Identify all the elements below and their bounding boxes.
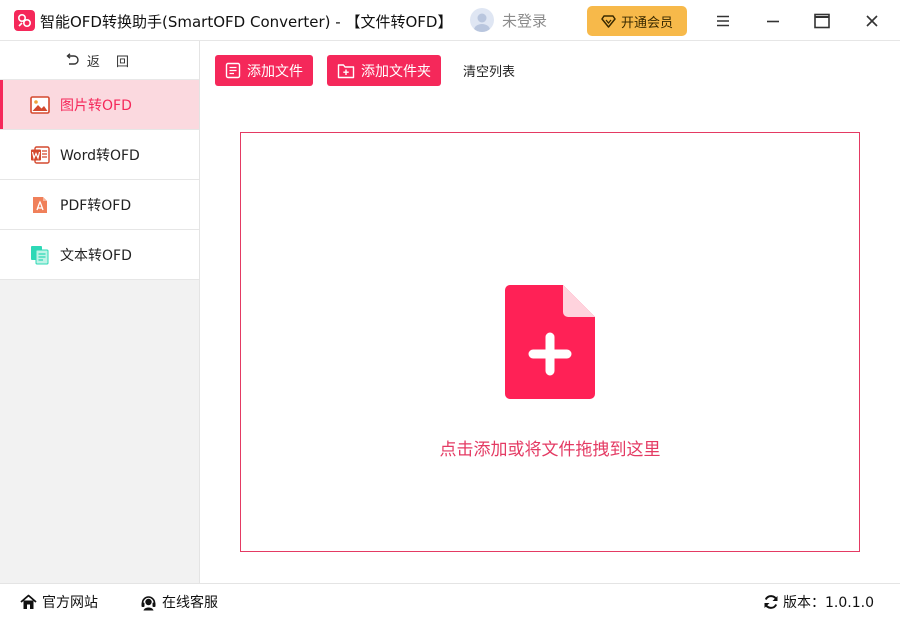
sidebar-item-label: 文本转OFD	[60, 247, 132, 264]
sidebar-item-label: Word转OFD	[60, 147, 140, 164]
version-info: 版本：1.0.1.0	[763, 592, 874, 612]
website-label: 官方网站	[42, 595, 98, 611]
add-file-button[interactable]: 添加文件	[215, 55, 313, 86]
open-vip-button[interactable]: 开通会员	[587, 6, 687, 36]
sidebar: 返 回 图片转OFD Word转OFD PDF转OFD 文本转OFD	[0, 41, 200, 583]
add-folder-button[interactable]: 添加文件夹	[327, 55, 441, 86]
sidebar-item-image-to-ofd[interactable]: 图片转OFD	[0, 80, 199, 130]
toolbar: 添加文件 添加文件夹 清空列表	[215, 55, 515, 86]
title-bar: 智能OFD转换助手(SmartOFD Converter) - 【文件转OFD】…	[0, 0, 900, 41]
official-website-link[interactable]: 官方网站	[20, 592, 98, 612]
window-title: 智能OFD转换助手(SmartOFD Converter) - 【文件转OFD】	[40, 13, 453, 31]
sidebar-item-pdf-to-ofd[interactable]: PDF转OFD	[0, 180, 199, 230]
sidebar-item-text-to-ofd[interactable]: 文本转OFD	[0, 230, 199, 280]
sidebar-item-label: 图片转OFD	[60, 97, 132, 114]
support-label: 在线客服	[162, 595, 218, 611]
clear-list-button[interactable]: 清空列表	[463, 61, 515, 80]
app-logo-icon	[14, 10, 35, 31]
back-label: 返 回	[86, 54, 136, 70]
folder-add-icon	[337, 63, 355, 78]
file-add-icon	[505, 285, 595, 399]
version-label: 版本：1.0.1.0	[783, 595, 874, 611]
file-drop-zone[interactable]: 点击添加或将文件拖拽到这里	[240, 132, 860, 552]
maximize-icon[interactable]	[812, 11, 832, 31]
text-file-icon	[31, 245, 49, 264]
minimize-icon[interactable]	[763, 11, 783, 31]
word-icon	[31, 145, 50, 164]
image-icon	[30, 95, 50, 114]
close-icon[interactable]	[862, 11, 882, 31]
online-support-link[interactable]: 在线客服	[140, 592, 218, 612]
login-status-text: 未登录	[502, 11, 548, 30]
back-arrow-icon	[66, 53, 79, 65]
add-folder-label: 添加文件夹	[361, 63, 431, 80]
menu-icon[interactable]	[713, 11, 733, 31]
sidebar-item-word-to-ofd[interactable]: Word转OFD	[0, 130, 199, 180]
user-login[interactable]: 未登录	[470, 7, 547, 33]
refresh-icon	[764, 595, 778, 609]
drop-hint-text: 点击添加或将文件拖拽到这里	[439, 440, 661, 460]
home-icon	[20, 594, 37, 609]
document-icon	[225, 62, 241, 79]
sidebar-item-label: PDF转OFD	[60, 197, 132, 214]
add-file-label: 添加文件	[247, 63, 303, 80]
vip-label: 开通会员	[620, 15, 673, 31]
status-bar: 官方网站 在线客服 版本：1.0.1.0	[0, 583, 900, 617]
back-button[interactable]: 返 回	[0, 41, 199, 80]
pdf-icon	[33, 196, 47, 213]
diamond-icon	[601, 14, 616, 28]
headset-icon	[141, 595, 156, 610]
avatar-icon	[470, 8, 494, 32]
